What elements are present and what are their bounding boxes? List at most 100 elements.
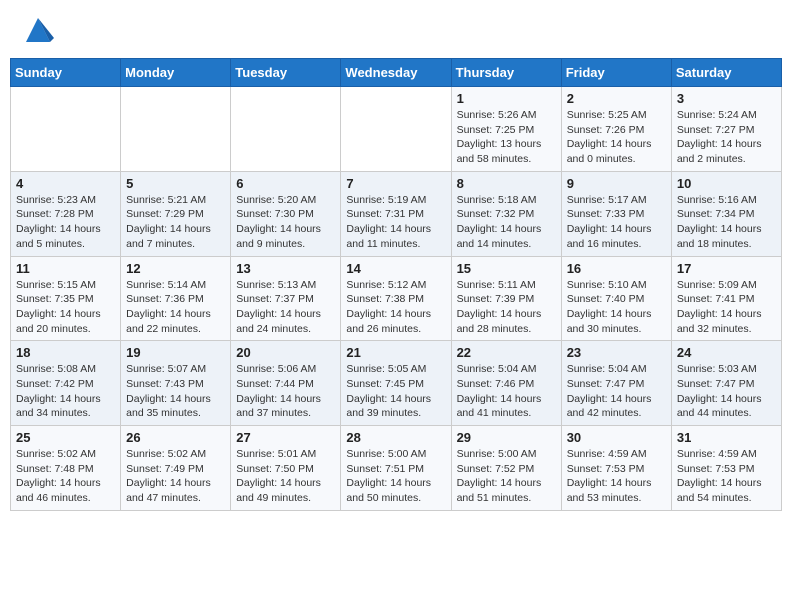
day-number: 3 bbox=[677, 91, 776, 106]
week-row-4: 18 Sunrise: 5:08 AM Sunset: 7:42 PM Dayli… bbox=[11, 341, 782, 426]
day-cell: 25 Sunrise: 5:02 AM Sunset: 7:48 PM Dayli… bbox=[11, 426, 121, 511]
day-cell: 12Sunrise: 5:14 AM Sunset: 7:36 PM Dayli… bbox=[121, 256, 231, 341]
day-number: 11 bbox=[16, 261, 115, 276]
day-info: Sunrise: 5:11 AM Sunset: 7:39 PM Dayligh… bbox=[457, 278, 556, 337]
day-cell: 23 Sunrise: 5:04 AM Sunset: 7:47 PM Dayli… bbox=[561, 341, 671, 426]
day-info: Sunrise: 5:16 AM Sunset: 7:34 PM Dayligh… bbox=[677, 193, 776, 252]
day-cell: 8 Sunrise: 5:18 AM Sunset: 7:32 PM Daylig… bbox=[451, 171, 561, 256]
day-number: 12 bbox=[126, 261, 225, 276]
day-cell: 14Sunrise: 5:12 AM Sunset: 7:38 PM Dayli… bbox=[341, 256, 451, 341]
day-cell: 22Sunrise: 5:04 AM Sunset: 7:46 PM Dayli… bbox=[451, 341, 561, 426]
day-info: Sunrise: 5:06 AM Sunset: 7:44 PM Dayligh… bbox=[236, 362, 335, 421]
day-number: 6 bbox=[236, 176, 335, 191]
day-cell: 20 Sunrise: 5:06 AM Sunset: 7:44 PM Dayli… bbox=[231, 341, 341, 426]
day-number: 13 bbox=[236, 261, 335, 276]
day-info: Sunrise: 5:13 AM Sunset: 7:37 PM Dayligh… bbox=[236, 278, 335, 337]
day-cell: 4 Sunrise: 5:23 AM Sunset: 7:28 PM Daylig… bbox=[11, 171, 121, 256]
day-number: 10 bbox=[677, 176, 776, 191]
day-info: Sunrise: 5:03 AM Sunset: 7:47 PM Dayligh… bbox=[677, 362, 776, 421]
day-number: 28 bbox=[346, 430, 445, 445]
day-cell: 28Sunrise: 5:00 AM Sunset: 7:51 PM Dayli… bbox=[341, 426, 451, 511]
day-number: 5 bbox=[126, 176, 225, 191]
day-info: Sunrise: 5:01 AM Sunset: 7:50 PM Dayligh… bbox=[236, 447, 335, 506]
weekday-header-row: SundayMondayTuesdayWednesdayThursdayFrid… bbox=[11, 59, 782, 87]
day-info: Sunrise: 5:10 AM Sunset: 7:40 PM Dayligh… bbox=[567, 278, 666, 337]
day-cell: 29Sunrise: 5:00 AM Sunset: 7:52 PM Dayli… bbox=[451, 426, 561, 511]
day-info: Sunrise: 4:59 AM Sunset: 7:53 PM Dayligh… bbox=[567, 447, 666, 506]
day-cell: 30 Sunrise: 4:59 AM Sunset: 7:53 PM Dayli… bbox=[561, 426, 671, 511]
day-cell: 19Sunrise: 5:07 AM Sunset: 7:43 PM Dayli… bbox=[121, 341, 231, 426]
day-cell: 11 Sunrise: 5:15 AM Sunset: 7:35 PM Dayli… bbox=[11, 256, 121, 341]
day-cell: 26 Sunrise: 5:02 AM Sunset: 7:49 PM Dayli… bbox=[121, 426, 231, 511]
page-header bbox=[10, 10, 782, 50]
day-info: Sunrise: 5:08 AM Sunset: 7:42 PM Dayligh… bbox=[16, 362, 115, 421]
logo-icon bbox=[22, 14, 54, 46]
calendar-table: SundayMondayTuesdayWednesdayThursdayFrid… bbox=[10, 58, 782, 511]
week-row-3: 11 Sunrise: 5:15 AM Sunset: 7:35 PM Dayli… bbox=[11, 256, 782, 341]
weekday-header-tuesday: Tuesday bbox=[231, 59, 341, 87]
weekday-header-sunday: Sunday bbox=[11, 59, 121, 87]
day-number: 4 bbox=[16, 176, 115, 191]
day-info: Sunrise: 5:15 AM Sunset: 7:35 PM Dayligh… bbox=[16, 278, 115, 337]
week-row-5: 25 Sunrise: 5:02 AM Sunset: 7:48 PM Dayli… bbox=[11, 426, 782, 511]
day-number: 23 bbox=[567, 345, 666, 360]
weekday-header-thursday: Thursday bbox=[451, 59, 561, 87]
day-number: 17 bbox=[677, 261, 776, 276]
day-number: 9 bbox=[567, 176, 666, 191]
day-number: 14 bbox=[346, 261, 445, 276]
day-number: 30 bbox=[567, 430, 666, 445]
day-cell: 5 Sunrise: 5:21 AM Sunset: 7:29 PM Daylig… bbox=[121, 171, 231, 256]
day-number: 7 bbox=[346, 176, 445, 191]
day-info: Sunrise: 5:25 AM Sunset: 7:26 PM Dayligh… bbox=[567, 108, 666, 167]
weekday-header-saturday: Saturday bbox=[671, 59, 781, 87]
day-number: 19 bbox=[126, 345, 225, 360]
weekday-header-monday: Monday bbox=[121, 59, 231, 87]
day-number: 26 bbox=[126, 430, 225, 445]
day-info: Sunrise: 5:24 AM Sunset: 7:27 PM Dayligh… bbox=[677, 108, 776, 167]
day-info: Sunrise: 5:20 AM Sunset: 7:30 PM Dayligh… bbox=[236, 193, 335, 252]
day-cell: 24 Sunrise: 5:03 AM Sunset: 7:47 PM Dayli… bbox=[671, 341, 781, 426]
day-info: Sunrise: 4:59 AM Sunset: 7:53 PM Dayligh… bbox=[677, 447, 776, 506]
day-number: 15 bbox=[457, 261, 556, 276]
day-number: 1 bbox=[457, 91, 556, 106]
day-info: Sunrise: 5:21 AM Sunset: 7:29 PM Dayligh… bbox=[126, 193, 225, 252]
day-cell: 6 Sunrise: 5:20 AM Sunset: 7:30 PM Daylig… bbox=[231, 171, 341, 256]
day-number: 18 bbox=[16, 345, 115, 360]
day-number: 29 bbox=[457, 430, 556, 445]
day-number: 16 bbox=[567, 261, 666, 276]
day-cell: 13 Sunrise: 5:13 AM Sunset: 7:37 PM Dayli… bbox=[231, 256, 341, 341]
day-number: 27 bbox=[236, 430, 335, 445]
day-info: Sunrise: 5:18 AM Sunset: 7:32 PM Dayligh… bbox=[457, 193, 556, 252]
day-number: 8 bbox=[457, 176, 556, 191]
week-row-1: 1 Sunrise: 5:26 AM Sunset: 7:25 PM Daylig… bbox=[11, 87, 782, 172]
day-number: 21 bbox=[346, 345, 445, 360]
day-info: Sunrise: 5:02 AM Sunset: 7:49 PM Dayligh… bbox=[126, 447, 225, 506]
day-cell bbox=[121, 87, 231, 172]
day-cell: 16 Sunrise: 5:10 AM Sunset: 7:40 PM Dayli… bbox=[561, 256, 671, 341]
day-number: 20 bbox=[236, 345, 335, 360]
day-info: Sunrise: 5:04 AM Sunset: 7:47 PM Dayligh… bbox=[567, 362, 666, 421]
day-cell: 9Sunrise: 5:17 AM Sunset: 7:33 PM Daylig… bbox=[561, 171, 671, 256]
day-cell bbox=[341, 87, 451, 172]
day-info: Sunrise: 5:26 AM Sunset: 7:25 PM Dayligh… bbox=[457, 108, 556, 167]
day-cell: 31 Sunrise: 4:59 AM Sunset: 7:53 PM Dayli… bbox=[671, 426, 781, 511]
day-info: Sunrise: 5:02 AM Sunset: 7:48 PM Dayligh… bbox=[16, 447, 115, 506]
day-cell: 10 Sunrise: 5:16 AM Sunset: 7:34 PM Dayli… bbox=[671, 171, 781, 256]
logo bbox=[18, 14, 54, 46]
day-number: 24 bbox=[677, 345, 776, 360]
day-cell: 18 Sunrise: 5:08 AM Sunset: 7:42 PM Dayli… bbox=[11, 341, 121, 426]
day-number: 31 bbox=[677, 430, 776, 445]
day-cell: 27 Sunrise: 5:01 AM Sunset: 7:50 PM Dayli… bbox=[231, 426, 341, 511]
day-cell: 17Sunrise: 5:09 AM Sunset: 7:41 PM Dayli… bbox=[671, 256, 781, 341]
day-cell: 3 Sunrise: 5:24 AM Sunset: 7:27 PM Daylig… bbox=[671, 87, 781, 172]
day-cell: 2 Sunrise: 5:25 AM Sunset: 7:26 PM Daylig… bbox=[561, 87, 671, 172]
weekday-header-friday: Friday bbox=[561, 59, 671, 87]
week-row-2: 4 Sunrise: 5:23 AM Sunset: 7:28 PM Daylig… bbox=[11, 171, 782, 256]
day-cell: 7Sunrise: 5:19 AM Sunset: 7:31 PM Daylig… bbox=[341, 171, 451, 256]
day-cell: 21Sunrise: 5:05 AM Sunset: 7:45 PM Dayli… bbox=[341, 341, 451, 426]
day-number: 2 bbox=[567, 91, 666, 106]
day-info: Sunrise: 5:23 AM Sunset: 7:28 PM Dayligh… bbox=[16, 193, 115, 252]
day-number: 25 bbox=[16, 430, 115, 445]
day-cell bbox=[11, 87, 121, 172]
day-info: Sunrise: 5:04 AM Sunset: 7:46 PM Dayligh… bbox=[457, 362, 556, 421]
